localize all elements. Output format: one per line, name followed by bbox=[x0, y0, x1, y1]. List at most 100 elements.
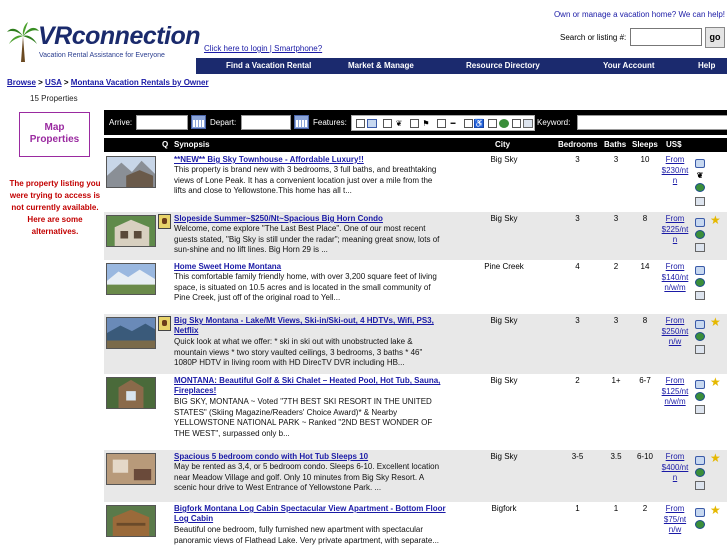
listing-baths: 3 bbox=[613, 316, 619, 325]
listing-row: Home Sweet Home Montana This comfortable… bbox=[104, 260, 727, 314]
listing-sleeps: 14 bbox=[640, 262, 650, 271]
feature-accessible-checkbox[interactable] bbox=[464, 119, 473, 128]
search-go-button[interactable]: go bbox=[705, 27, 725, 48]
nav-find-rental[interactable]: Find a Vacation Rental bbox=[226, 58, 311, 74]
col-synopsis[interactable]: Synopsis bbox=[174, 138, 210, 152]
listing-price-link[interactable]: From $140/nt n/w/m bbox=[661, 262, 689, 294]
listing-photo[interactable] bbox=[106, 377, 156, 409]
globe-icon bbox=[695, 183, 705, 192]
ski-icon bbox=[695, 456, 705, 465]
keyword-input[interactable] bbox=[577, 115, 727, 130]
listing-row: Big Sky Montana - Lake/Mt Views, Ski-in/… bbox=[104, 314, 727, 374]
featured-star-icon: ★ bbox=[710, 315, 721, 329]
ski-icon bbox=[367, 119, 377, 128]
login-link[interactable]: Click here to login | Smartphone? bbox=[204, 44, 322, 53]
features-checkboxes: ❦ ⚑ ━ ♿ bbox=[351, 115, 535, 131]
col-price[interactable]: US$ bbox=[666, 138, 682, 152]
search-label: Search or listing #: bbox=[560, 33, 627, 42]
feature-smoking-checkbox[interactable] bbox=[437, 119, 446, 128]
depart-calendar-icon[interactable] bbox=[294, 115, 309, 129]
listing-title[interactable]: Spacious 5 bedroom condo with Hot Tub Sl… bbox=[174, 452, 446, 462]
tv-icon bbox=[695, 243, 705, 252]
feature-pets-checkbox[interactable] bbox=[383, 119, 392, 128]
nav-market-manage[interactable]: Market & Manage bbox=[348, 58, 414, 74]
listing-sleeps: 2 bbox=[642, 504, 648, 513]
listing-price-link[interactable]: From $225/nt n bbox=[661, 214, 689, 246]
search-input[interactable] bbox=[630, 28, 702, 46]
listing-title[interactable]: Home Sweet Home Montana bbox=[174, 262, 446, 272]
listing-row: Spacious 5 bedroom condo with Hot Tub Sl… bbox=[104, 450, 727, 502]
property-count: 15 Properties bbox=[30, 94, 78, 103]
globe-icon bbox=[695, 468, 705, 477]
listing-sleeps: 6-7 bbox=[639, 376, 651, 385]
map-properties-button[interactable]: Map Properties bbox=[19, 112, 90, 157]
listing-photo[interactable] bbox=[106, 156, 156, 188]
listing-synopsis: This property is brand new with 3 bedroo… bbox=[174, 165, 437, 195]
golf-icon: ⚑ bbox=[422, 119, 430, 128]
listing-photo[interactable] bbox=[106, 505, 156, 537]
feature-golf-checkbox[interactable] bbox=[410, 119, 419, 128]
col-city[interactable]: City bbox=[495, 138, 510, 152]
listing-title[interactable]: MONTANA: Beautiful Golf & Ski Chalet – H… bbox=[174, 376, 446, 396]
breadcrumb-usa[interactable]: USA bbox=[45, 78, 62, 87]
listing-bedrooms: 3 bbox=[575, 155, 580, 164]
tv-icon bbox=[695, 197, 705, 206]
listing-title[interactable]: Big Sky Montana - Lake/Mt Views, Ski-in/… bbox=[174, 316, 446, 336]
paw-icon: ❦ bbox=[395, 119, 403, 128]
brand-tagline: Vacation Rental Assistance for Everyone bbox=[39, 52, 165, 59]
breadcrumb-separator: > bbox=[38, 78, 43, 87]
listing-photo[interactable] bbox=[106, 453, 156, 485]
listing-city: Big Sky bbox=[490, 155, 518, 164]
listing-price-link[interactable]: From $230/nt n bbox=[661, 155, 689, 187]
nav-help[interactable]: Help bbox=[698, 58, 715, 74]
depart-date-input[interactable] bbox=[241, 115, 291, 130]
features-label: Features: bbox=[313, 118, 347, 127]
globe-icon bbox=[695, 332, 705, 341]
listing-synopsis: Quick look at what we offer: * ski in sk… bbox=[174, 337, 423, 367]
listing-synopsis: Beautiful one bedroom, fully furnished n… bbox=[174, 525, 440, 545]
site-header: VRconnection Vacation Rental Assistance … bbox=[0, 0, 727, 62]
listing-row: MONTANA: Beautiful Golf & Ski Chalet – H… bbox=[104, 374, 727, 450]
listing-photo[interactable] bbox=[106, 317, 156, 349]
arrive-calendar-icon[interactable] bbox=[191, 115, 206, 129]
col-q[interactable]: Q bbox=[162, 138, 168, 152]
col-bedrooms[interactable]: Bedrooms bbox=[558, 138, 598, 152]
listing-title[interactable]: Bigfork Montana Log Cabin Spectacular Vi… bbox=[174, 504, 446, 524]
breadcrumb-browse[interactable]: Browse bbox=[7, 78, 36, 87]
featured-star-icon: ★ bbox=[710, 503, 721, 517]
feature-internet-checkbox[interactable] bbox=[488, 119, 497, 128]
feature-tv-checkbox[interactable] bbox=[512, 119, 521, 128]
paw-icon: ❦ bbox=[696, 171, 704, 180]
listing-bedrooms: 1 bbox=[575, 504, 580, 513]
listing-synopsis: BIG SKY, MONTANA ~ Voted "7TH BEST SKI R… bbox=[174, 397, 433, 438]
listing-row: Slopeside Summer~$250/Nt~Spacious Big Ho… bbox=[104, 212, 727, 260]
ski-icon bbox=[695, 266, 705, 275]
listing-baths: 1 bbox=[613, 504, 619, 513]
col-baths[interactable]: Baths bbox=[604, 138, 626, 152]
breadcrumb-montana[interactable]: Montana Vacation Rentals by Owner bbox=[71, 78, 209, 87]
ski-icon bbox=[695, 159, 705, 168]
owner-help-link[interactable]: Own or manage a vacation home? We can he… bbox=[554, 10, 725, 19]
listing-photo[interactable] bbox=[106, 215, 156, 247]
nav-resource-directory[interactable]: Resource Directory bbox=[466, 58, 540, 74]
listing-title[interactable]: Slopeside Summer~$250/Nt~Spacious Big Ho… bbox=[174, 214, 446, 224]
globe-icon bbox=[499, 119, 509, 128]
feature-ski-checkbox[interactable] bbox=[356, 119, 365, 128]
brand-name: VRconnection bbox=[38, 22, 201, 50]
listing-bedrooms: 3 bbox=[575, 214, 580, 223]
arrive-date-input[interactable] bbox=[136, 115, 188, 130]
listing-price-link[interactable]: From $400/nt n bbox=[661, 452, 689, 484]
listing-photo[interactable] bbox=[106, 263, 156, 295]
listing-price-link[interactable]: From $75/nt n/w bbox=[661, 504, 689, 536]
listing-price-link[interactable]: From $125/nt n/w/m bbox=[661, 376, 689, 408]
vrconnection-logo[interactable]: VRconnection Vacation Rental Assistance … bbox=[6, 22, 201, 70]
listing-title[interactable]: **NEW** Big Sky Townhouse - Affordable L… bbox=[174, 155, 446, 165]
col-sleeps[interactable]: Sleeps bbox=[632, 138, 658, 152]
listing-sleeps: 8 bbox=[642, 316, 648, 325]
listing-price-link[interactable]: From $250/nt n/w bbox=[661, 316, 689, 348]
featured-star-icon: ★ bbox=[710, 451, 721, 465]
nav-your-account[interactable]: Your Account bbox=[603, 58, 655, 74]
quality-icon bbox=[158, 316, 171, 331]
globe-icon bbox=[695, 392, 705, 401]
tv-icon bbox=[695, 345, 705, 354]
